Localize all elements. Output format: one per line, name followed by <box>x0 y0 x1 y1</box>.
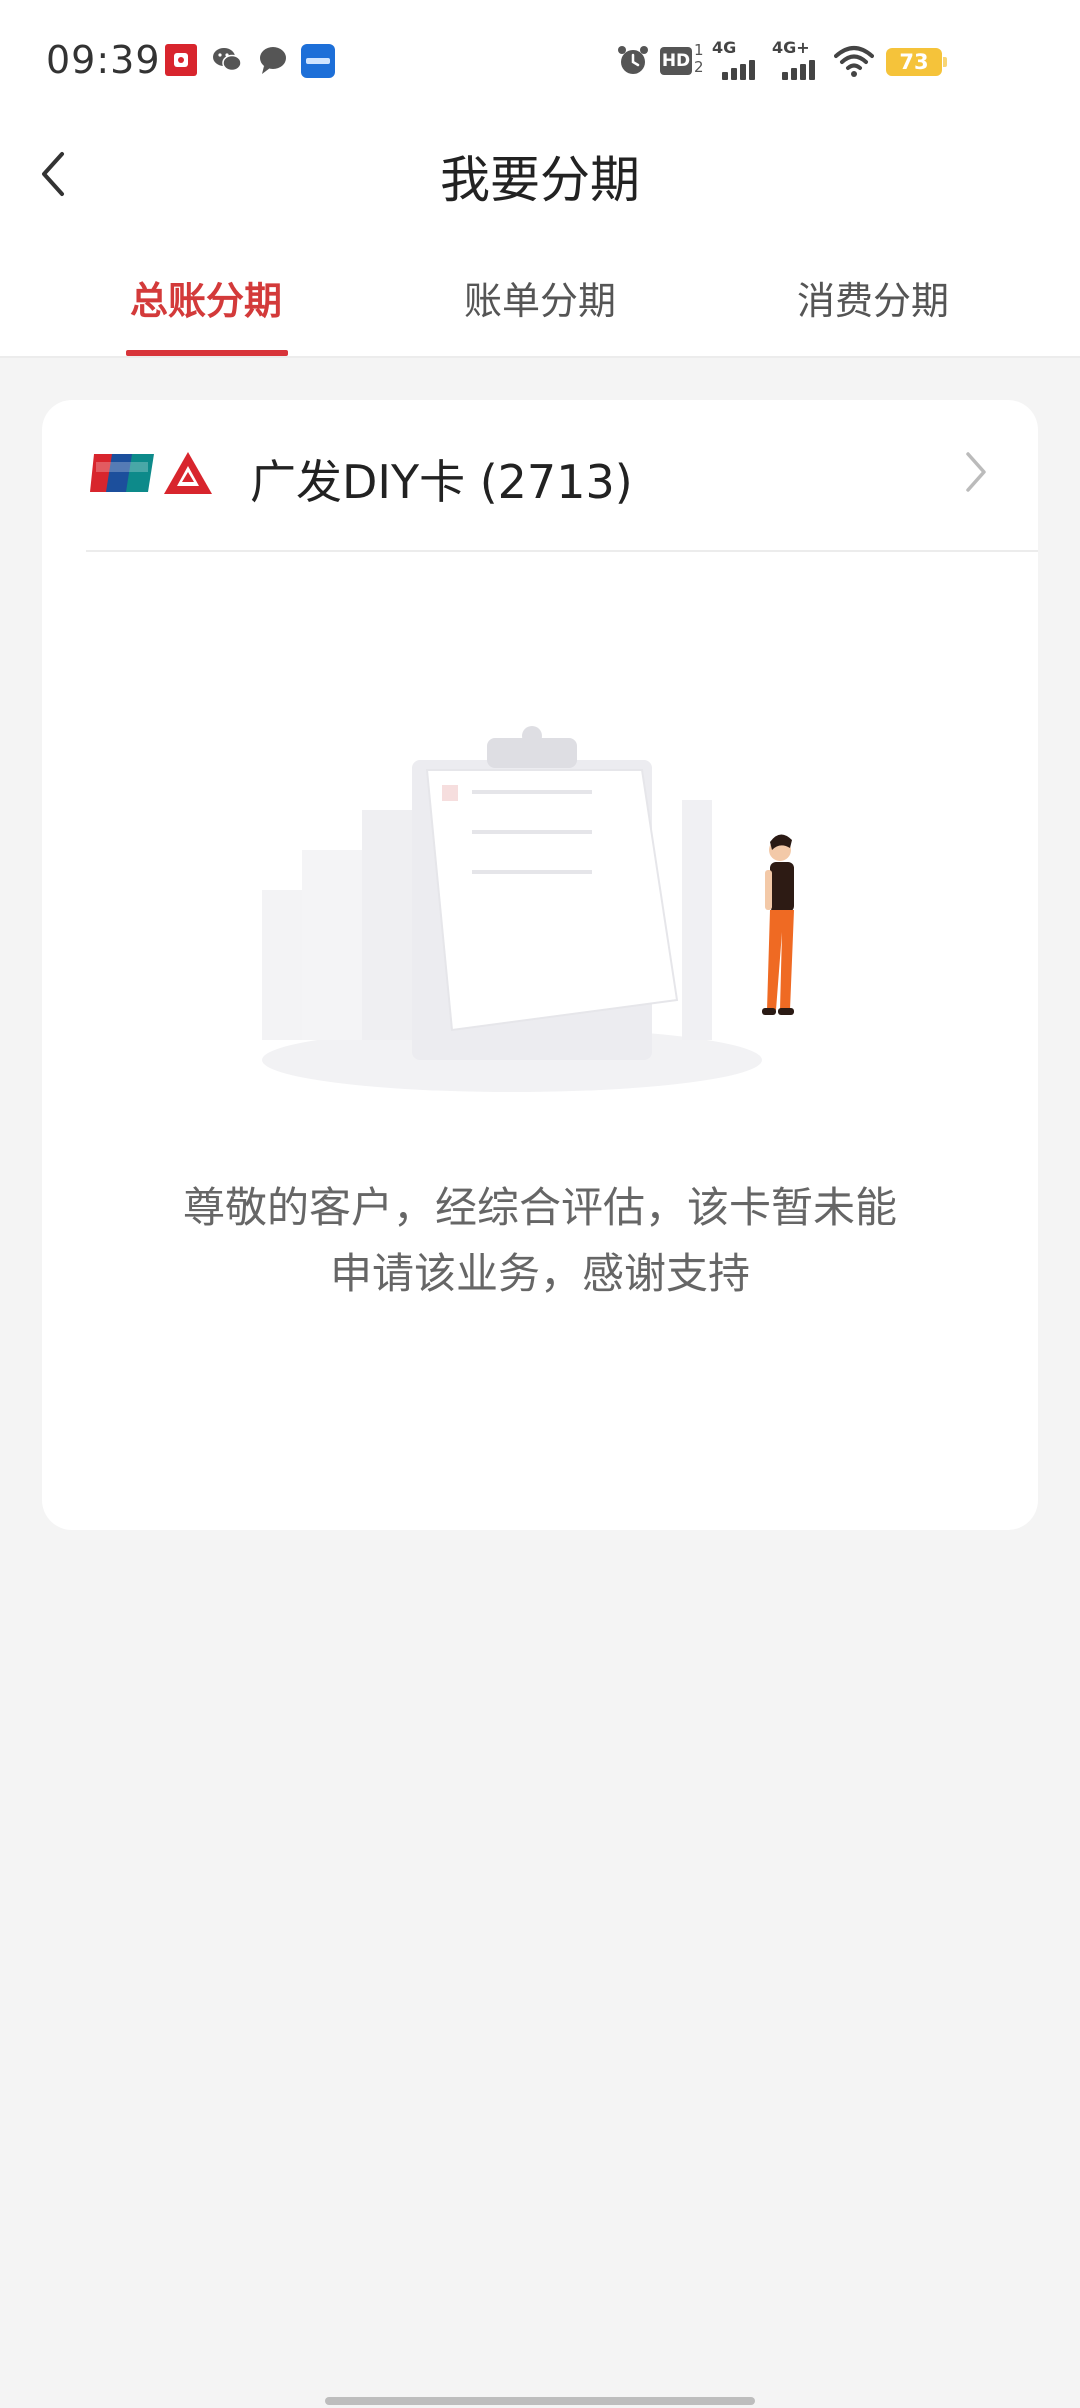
card-name: 广发DIY卡 (2713) <box>250 455 633 509</box>
card-divider <box>86 550 1038 552</box>
unionpay-logo <box>90 454 154 492</box>
tab-bar: 总账分期 账单分期 消费分期 <box>0 258 1080 358</box>
card-selector[interactable]: 广发DIY卡 (2713) <box>42 400 1038 550</box>
top-section: 09:39 HD 12 4G 4G+ 73 我要分期 总账分期 账单分期 消费分… <box>0 0 1080 358</box>
hd-sim-index: 12 <box>694 41 704 76</box>
hd-voice-icon: HD <box>660 47 692 75</box>
wechat-icon <box>213 48 242 72</box>
tab-bill-installment[interactable]: 账单分期 <box>440 270 640 325</box>
car-app-icon <box>301 44 335 78</box>
message-line-1: 尊敬的客户，经综合评估，该卡暂未能 <box>182 1183 897 1232</box>
alarm-icon <box>618 46 648 74</box>
page-title: 我要分期 <box>440 151 640 209</box>
card-panel: 广发DIY卡 (2713) 尊敬的客户，经综合评估，该卡暂未能 申请该业务，感谢… <box>42 400 1038 1530</box>
ineligible-message: 尊敬的客户，经综合评估，该卡暂未能 申请该业务，感谢支持 <box>102 1175 978 1307</box>
message-icon <box>260 47 286 74</box>
empty-state-illustration <box>262 726 794 1092</box>
wifi-icon <box>834 46 874 77</box>
tab-general-installment[interactable]: 总账分期 <box>106 270 306 325</box>
status-time: 09:39 <box>46 38 161 82</box>
tab-purchase-installment[interactable]: 消费分期 <box>773 270 973 325</box>
chevron-right-icon <box>966 452 986 492</box>
message-line-2: 申请该业务，感谢支持 <box>329 1249 750 1298</box>
status-bar: 09:39 HD 12 4G 4G+ 73 <box>0 0 1080 130</box>
battery-indicator: 73 <box>886 48 947 76</box>
header-divider <box>0 356 1080 358</box>
home-indicator[interactable] <box>325 2397 755 2405</box>
red-app-icon <box>165 44 197 76</box>
cgb-bank-logo <box>164 452 212 494</box>
